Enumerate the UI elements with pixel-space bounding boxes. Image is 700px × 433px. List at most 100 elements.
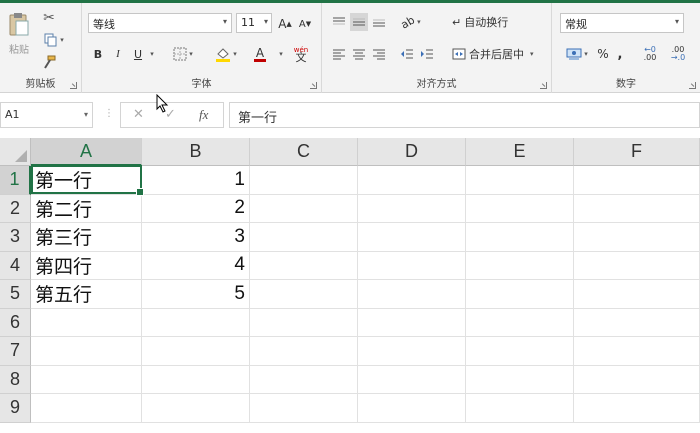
- column-header-a[interactable]: A: [31, 138, 142, 166]
- cell-b1[interactable]: 1: [142, 166, 250, 195]
- cell-d4[interactable]: [358, 251, 466, 280]
- cell-a2[interactable]: 第二行: [31, 194, 142, 223]
- cell-a8[interactable]: [31, 365, 142, 394]
- cell-c7[interactable]: [250, 337, 358, 366]
- cancel-icon[interactable]: ✕: [133, 107, 144, 122]
- fill-color-button[interactable]: ▾: [210, 45, 242, 63]
- number-launcher-icon[interactable]: [689, 82, 696, 89]
- decrease-decimal-button[interactable]: .00 →.0: [666, 45, 690, 63]
- cell-f6[interactable]: [574, 308, 700, 337]
- cell-f5[interactable]: [574, 280, 700, 309]
- cell-e8[interactable]: [466, 365, 574, 394]
- underline-dropdown[interactable]: ▾: [146, 45, 156, 63]
- cell-d9[interactable]: [358, 394, 466, 423]
- column-header-e[interactable]: E: [466, 138, 574, 166]
- cell-b9[interactable]: [142, 394, 250, 423]
- increase-decimal-button[interactable]: ←0 .00: [638, 45, 662, 63]
- underline-button[interactable]: U: [130, 45, 146, 63]
- italic-button[interactable]: I: [110, 45, 126, 63]
- cell-d5[interactable]: [358, 280, 466, 309]
- row-header-7[interactable]: 7: [0, 337, 31, 366]
- cell-c6[interactable]: [250, 308, 358, 337]
- row-header-5[interactable]: 5: [0, 280, 31, 309]
- cell-a6[interactable]: [31, 308, 142, 337]
- cell-b4[interactable]: 4: [142, 251, 250, 280]
- copy-button[interactable]: ▾: [40, 31, 68, 49]
- cell-a4[interactable]: 第四行: [31, 251, 142, 280]
- paste-button[interactable]: [6, 11, 32, 37]
- cell-b2[interactable]: 2: [142, 194, 250, 223]
- cell-e1[interactable]: [466, 166, 574, 195]
- cell-d2[interactable]: [358, 194, 466, 223]
- clipboard-launcher-icon[interactable]: [70, 82, 77, 89]
- wrap-text-button[interactable]: ↵ 自动换行: [452, 13, 522, 31]
- cell-a7[interactable]: [31, 337, 142, 366]
- font-color-dropdown[interactable]: ▾: [276, 45, 284, 63]
- cell-c1[interactable]: [250, 166, 358, 195]
- accounting-format-button[interactable]: ▾: [562, 45, 592, 63]
- borders-button[interactable]: ▾: [168, 45, 198, 63]
- align-bottom-button[interactable]: [370, 13, 388, 31]
- column-header-b[interactable]: B: [142, 138, 250, 166]
- cell-a9[interactable]: [31, 394, 142, 423]
- cell-f1[interactable]: [574, 166, 700, 195]
- cell-c8[interactable]: [250, 365, 358, 394]
- row-header-2[interactable]: 2: [0, 194, 31, 223]
- cell-b5[interactable]: 5: [142, 280, 250, 309]
- cell-e2[interactable]: [466, 194, 574, 223]
- cell-d8[interactable]: [358, 365, 466, 394]
- row-header-4[interactable]: 4: [0, 251, 31, 280]
- row-header-1[interactable]: 1: [0, 166, 31, 195]
- cell-c2[interactable]: [250, 194, 358, 223]
- bold-button[interactable]: B: [90, 45, 106, 63]
- cell-b3[interactable]: 3: [142, 223, 250, 252]
- cell-f9[interactable]: [574, 394, 700, 423]
- percent-button[interactable]: %: [596, 45, 610, 63]
- format-painter-button[interactable]: [40, 53, 58, 71]
- align-center-button[interactable]: [350, 45, 368, 63]
- select-all-button[interactable]: [0, 138, 31, 166]
- cell-e5[interactable]: [466, 280, 574, 309]
- cell-e7[interactable]: [466, 337, 574, 366]
- number-format-select[interactable]: 常规 ▾: [560, 13, 684, 33]
- cell-c3[interactable]: [250, 223, 358, 252]
- cell-f3[interactable]: [574, 223, 700, 252]
- font-launcher-icon[interactable]: [310, 82, 317, 89]
- align-middle-button[interactable]: [350, 13, 368, 31]
- row-header-8[interactable]: 8: [0, 365, 31, 394]
- merge-center-button[interactable]: 合并后居中 ▾: [452, 45, 544, 63]
- column-header-c[interactable]: C: [250, 138, 358, 166]
- align-top-button[interactable]: [330, 13, 348, 31]
- cell-a3[interactable]: 第三行: [31, 223, 142, 252]
- cell-c4[interactable]: [250, 251, 358, 280]
- cell-f4[interactable]: [574, 251, 700, 280]
- orientation-button[interactable]: ab ▾: [398, 13, 424, 31]
- cell-e9[interactable]: [466, 394, 574, 423]
- name-box[interactable]: A1 ▾: [0, 102, 93, 128]
- cell-d1[interactable]: [358, 166, 466, 195]
- row-header-9[interactable]: 9: [0, 394, 31, 423]
- cell-a1[interactable]: 第一行: [31, 166, 142, 195]
- decrease-indent-button[interactable]: [398, 45, 416, 63]
- insert-function-icon[interactable]: fx: [199, 107, 208, 123]
- cell-f8[interactable]: [574, 365, 700, 394]
- cell-e3[interactable]: [466, 223, 574, 252]
- font-size-select[interactable]: 11 ▾: [236, 13, 272, 33]
- comma-style-button[interactable]: ,: [614, 45, 626, 63]
- cell-a5[interactable]: 第五行: [31, 280, 142, 309]
- cell-f2[interactable]: [574, 194, 700, 223]
- phonetic-button[interactable]: wén 文: [286, 43, 316, 65]
- cell-c9[interactable]: [250, 394, 358, 423]
- cut-button[interactable]: ✂: [40, 9, 58, 27]
- formula-input[interactable]: 第一行: [229, 102, 700, 128]
- cell-c5[interactable]: [250, 280, 358, 309]
- grow-font-button[interactable]: A ▲: [276, 15, 294, 33]
- shrink-font-button[interactable]: A ▼: [296, 15, 314, 33]
- cell-e4[interactable]: [466, 251, 574, 280]
- cell-d6[interactable]: [358, 308, 466, 337]
- cell-f7[interactable]: [574, 337, 700, 366]
- cell-d3[interactable]: [358, 223, 466, 252]
- row-header-6[interactable]: 6: [0, 308, 31, 337]
- align-right-button[interactable]: [370, 45, 388, 63]
- cell-d7[interactable]: [358, 337, 466, 366]
